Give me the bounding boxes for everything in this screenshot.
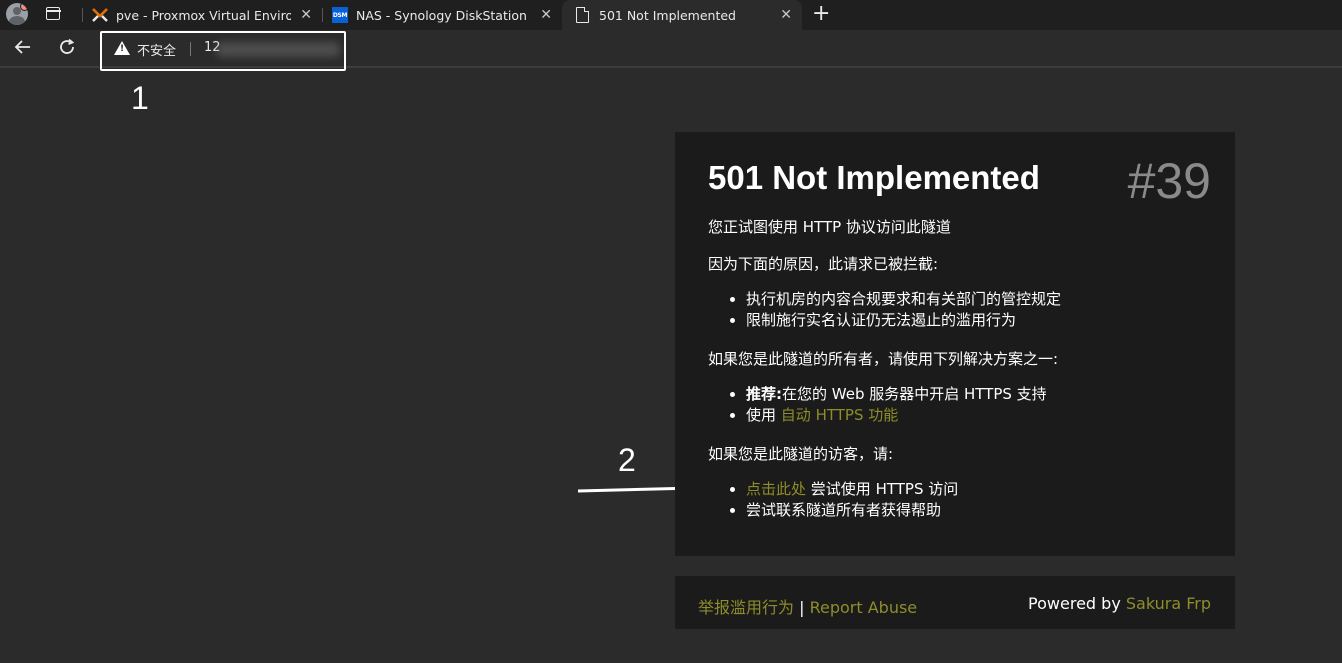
dsm-icon: DSM — [332, 7, 348, 23]
list-item: 执行机房的内容合规要求和有关部门的管控规定 — [746, 289, 1061, 310]
powered-by: Powered by Sakura Frp — [1028, 594, 1211, 613]
visitor-action-list: 点击此处 尝试使用 HTTPS 访问 尝试联系隧道所有者获得帮助 — [708, 479, 958, 521]
intro-text: 您正试图使用 HTTP 协议访问此隧道 — [708, 218, 951, 236]
tab-501-not-implemented[interactable]: 501 Not Implemented ✕ — [562, 0, 802, 30]
owner-solution-list: 推荐:在您的 Web 服务器中开启 HTTPS 支持 使用 自动 HTTPS 功… — [708, 384, 1047, 426]
visitor-heading: 如果您是此隧道的访客，请: — [708, 445, 894, 463]
tab-strip: pve - Proxmox Virtual Environment ✕ DSM … — [0, 0, 1342, 30]
profile-avatar-icon[interactable] — [6, 3, 28, 25]
report-abuse-link[interactable]: Report Abuse — [810, 598, 918, 617]
error-code-badge: #39 — [1127, 153, 1211, 209]
powered-by-prefix: Powered by — [1028, 594, 1121, 613]
tab-title: NAS - Synology DiskStation — [356, 7, 527, 23]
list-item: 尝试联系隧道所有者获得帮助 — [746, 500, 958, 521]
reason-list: 执行机房的内容合规要求和有关部门的管控规定 限制施行实名认证仍无法遏止的滥用行为 — [708, 289, 1061, 331]
proxmox-icon — [92, 7, 108, 23]
annotation-box-1 — [100, 31, 346, 71]
recommend-text: 在您的 Web 服务器中开启 HTTPS 支持 — [782, 385, 1047, 403]
owner-heading: 如果您是此隧道的所有者，请使用下列解决方案之一: — [708, 350, 1059, 368]
footer-card: 举报滥用行为 | Report Abuse Powered by Sakura … — [675, 576, 1235, 629]
back-arrow-icon[interactable] — [10, 34, 36, 60]
list-item: 使用 自动 HTTPS 功能 — [746, 405, 1047, 426]
document-icon — [576, 7, 589, 23]
reload-icon[interactable] — [54, 34, 80, 60]
tab-title: 501 Not Implemented — [599, 7, 736, 23]
list-item: 限制施行实名认证仍无法遏止的滥用行为 — [746, 310, 1061, 331]
click-here-link[interactable]: 点击此处 — [746, 480, 806, 498]
list-item: 点击此处 尝试使用 HTTPS 访问 — [746, 479, 958, 500]
auto-https-link[interactable]: 自动 HTTPS 功能 — [781, 406, 898, 424]
click-here-text: 尝试使用 HTTPS 访问 — [810, 480, 959, 498]
list-item: 推荐:在您的 Web 服务器中开启 HTTPS 支持 — [746, 384, 1047, 405]
tab-actions-icon[interactable] — [44, 5, 64, 23]
new-tab-button[interactable]: + — [812, 2, 830, 26]
error-card: 501 Not Implemented #39 您正试图使用 HTTP 协议访问… — [675, 132, 1235, 556]
tab-close-icon[interactable]: ✕ — [300, 7, 312, 23]
report-abuse-group: 举报滥用行为 | Report Abuse — [698, 594, 917, 618]
recommend-label: 推荐: — [746, 385, 782, 403]
footer-divider: | — [799, 598, 805, 617]
report-abuse-cn-link[interactable]: 举报滥用行为 — [698, 598, 794, 617]
annotation-label-2: 2 — [618, 442, 636, 478]
tab-title: pve - Proxmox Virtual Environment — [116, 7, 291, 23]
sakura-frp-link[interactable]: Sakura Frp — [1126, 594, 1211, 613]
annotation-label-1: 1 — [131, 80, 149, 116]
tab-close-icon[interactable]: ✕ — [540, 7, 552, 23]
tab-proxmox[interactable]: pve - Proxmox Virtual Environment ✕ — [82, 0, 322, 30]
use-prefix: 使用 — [746, 406, 777, 424]
error-title: 501 Not Implemented — [708, 159, 1040, 196]
tab-close-icon[interactable]: ✕ — [780, 7, 792, 23]
tab-synology[interactable]: DSM NAS - Synology DiskStation ✕ — [322, 0, 562, 30]
reason-heading: 因为下面的原因，此请求已被拦截: — [708, 255, 939, 273]
